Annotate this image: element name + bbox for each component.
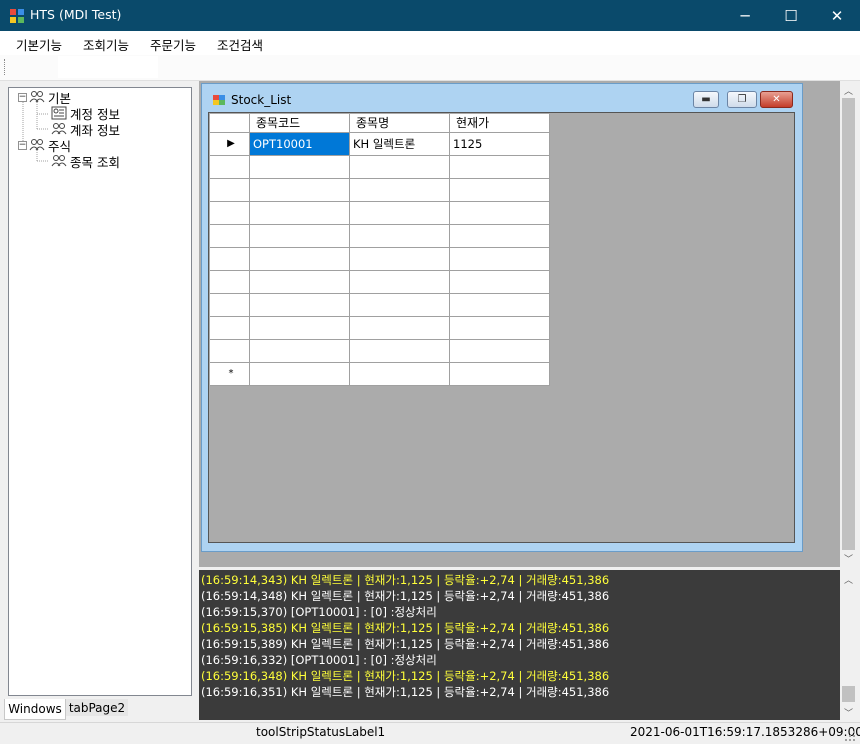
empty-row[interactable]: [210, 179, 550, 202]
menu-condition-search[interactable]: 조건검색: [217, 35, 263, 54]
tab-tabpage2[interactable]: tabPage2: [66, 699, 128, 716]
menu-inquiry[interactable]: 조회기능: [83, 35, 129, 54]
resize-grip-icon[interactable]: [844, 730, 856, 742]
minimize-icon: ▬: [701, 94, 711, 105]
users-icon: [51, 123, 67, 135]
minimize-icon: ─: [740, 6, 750, 25]
scrollbar-thumb[interactable]: [842, 686, 855, 702]
scroll-down-icon[interactable]: ﹀: [843, 552, 854, 565]
maximize-button[interactable]: ☐: [768, 0, 814, 31]
close-icon: ✕: [830, 6, 844, 25]
empty-row[interactable]: [210, 156, 550, 179]
app-icon: [10, 9, 24, 23]
scroll-up-icon[interactable]: ︿: [843, 573, 854, 586]
grid-corner[interactable]: [210, 114, 250, 133]
new-row[interactable]: *: [210, 363, 550, 386]
column-header-price[interactable]: 현재가: [450, 114, 550, 133]
maximize-icon: ☐: [784, 6, 798, 25]
tree-label: 주식: [48, 138, 72, 154]
restore-icon: ❐: [737, 94, 747, 105]
users-icon: [51, 155, 67, 167]
close-button[interactable]: ✕: [814, 0, 860, 31]
tree-label: 종목 조회: [70, 154, 120, 170]
column-header-code[interactable]: 종목코드: [250, 114, 350, 133]
minimize-button[interactable]: ─: [722, 0, 768, 31]
cell-price[interactable]: 1125: [450, 133, 550, 156]
tab-strip: Windows tabPage2: [0, 699, 199, 720]
empty-row[interactable]: [210, 248, 550, 271]
tree-label: 기본: [48, 90, 72, 106]
log-line: (16:59:14,343) KH 일렉트론 | 현재가:1,125 | 등락율…: [201, 573, 610, 587]
child-restore-button[interactable]: ❐: [727, 91, 757, 108]
tree-node-stock-search[interactable]: 종목 조회: [51, 153, 120, 170]
scrollbar-thumb[interactable]: [842, 98, 855, 550]
id-card-icon: [51, 106, 67, 120]
new-row-marker: *: [210, 363, 250, 386]
scroll-up-icon[interactable]: ︿: [843, 84, 854, 97]
toolstrip-grip[interactable]: [4, 59, 7, 75]
cell-code[interactable]: OPT10001: [250, 133, 350, 156]
empty-row[interactable]: [210, 317, 550, 340]
stock-data-grid[interactable]: 종목코드 종목명 현재가 ▶ OPT10001 KH 일렉트론 1125 *: [210, 114, 550, 386]
empty-row[interactable]: [210, 294, 550, 317]
current-row-icon[interactable]: ▶: [210, 133, 250, 156]
child-window-title: Stock_List: [231, 93, 292, 107]
log-line: (16:59:15,389) KH 일렉트론 | 현재가:1,125 | 등락율…: [201, 637, 610, 651]
column-header-name[interactable]: 종목명: [350, 114, 450, 133]
collapse-icon[interactable]: −: [18, 140, 27, 150]
log-line: (16:59:14,348) KH 일렉트론 | 현재가:1,125 | 등락율…: [201, 589, 610, 603]
menu-basic[interactable]: 기본기능: [16, 35, 62, 54]
tab-windows[interactable]: Windows: [4, 699, 66, 720]
grid-header-row: 종목코드 종목명 현재가: [210, 114, 550, 133]
log-line: (16:59:16,348) KH 일렉트론 | 현재가:1,125 | 등락율…: [201, 669, 610, 683]
close-icon: ✕: [772, 94, 781, 105]
form-icon: [213, 95, 225, 105]
window-title: HTS (MDI Test): [30, 7, 122, 22]
log-line: (16:59:16,351) KH 일렉트론 | 현재가:1,125 | 등락율…: [201, 685, 610, 699]
log-line: (16:59:16,332) [OPT10001] : [0] :정상처리: [201, 653, 437, 667]
empty-row[interactable]: [210, 225, 550, 248]
tree-node-basic[interactable]: − 기본: [18, 89, 72, 106]
toolstrip-textbox[interactable]: [58, 56, 158, 78]
child-minimize-button[interactable]: ▬: [693, 91, 719, 108]
cell-name[interactable]: KH 일렉트론: [350, 133, 450, 156]
users-icon: [29, 91, 45, 103]
scroll-down-icon[interactable]: ﹀: [843, 706, 854, 719]
empty-row[interactable]: [210, 202, 550, 225]
status-label: toolStripStatusLabel1: [256, 725, 386, 739]
users-icon: [29, 139, 45, 151]
log-line: (16:59:15,385) KH 일렉트론 | 현재가:1,125 | 등락율…: [201, 621, 610, 635]
tree-node-stock[interactable]: − 주식: [18, 137, 72, 154]
log-line: (16:59:15,370) [OPT10001] : [0] :정상처리: [201, 605, 437, 619]
empty-row[interactable]: [210, 340, 550, 363]
collapse-icon[interactable]: −: [18, 92, 27, 102]
tree-label: 계좌 정보: [70, 122, 120, 138]
menu-order[interactable]: 주문기능: [150, 35, 196, 54]
empty-row[interactable]: [210, 271, 550, 294]
status-time: 2021-06-01T16:59:17.1853286+09:00: [630, 725, 860, 739]
table-row[interactable]: ▶ OPT10001 KH 일렉트론 1125: [210, 133, 550, 156]
menu-tree[interactable]: − 기본 계정 정보 계좌 정보 − 주식 종목 조회: [8, 87, 192, 696]
child-close-button[interactable]: ✕: [760, 91, 793, 108]
